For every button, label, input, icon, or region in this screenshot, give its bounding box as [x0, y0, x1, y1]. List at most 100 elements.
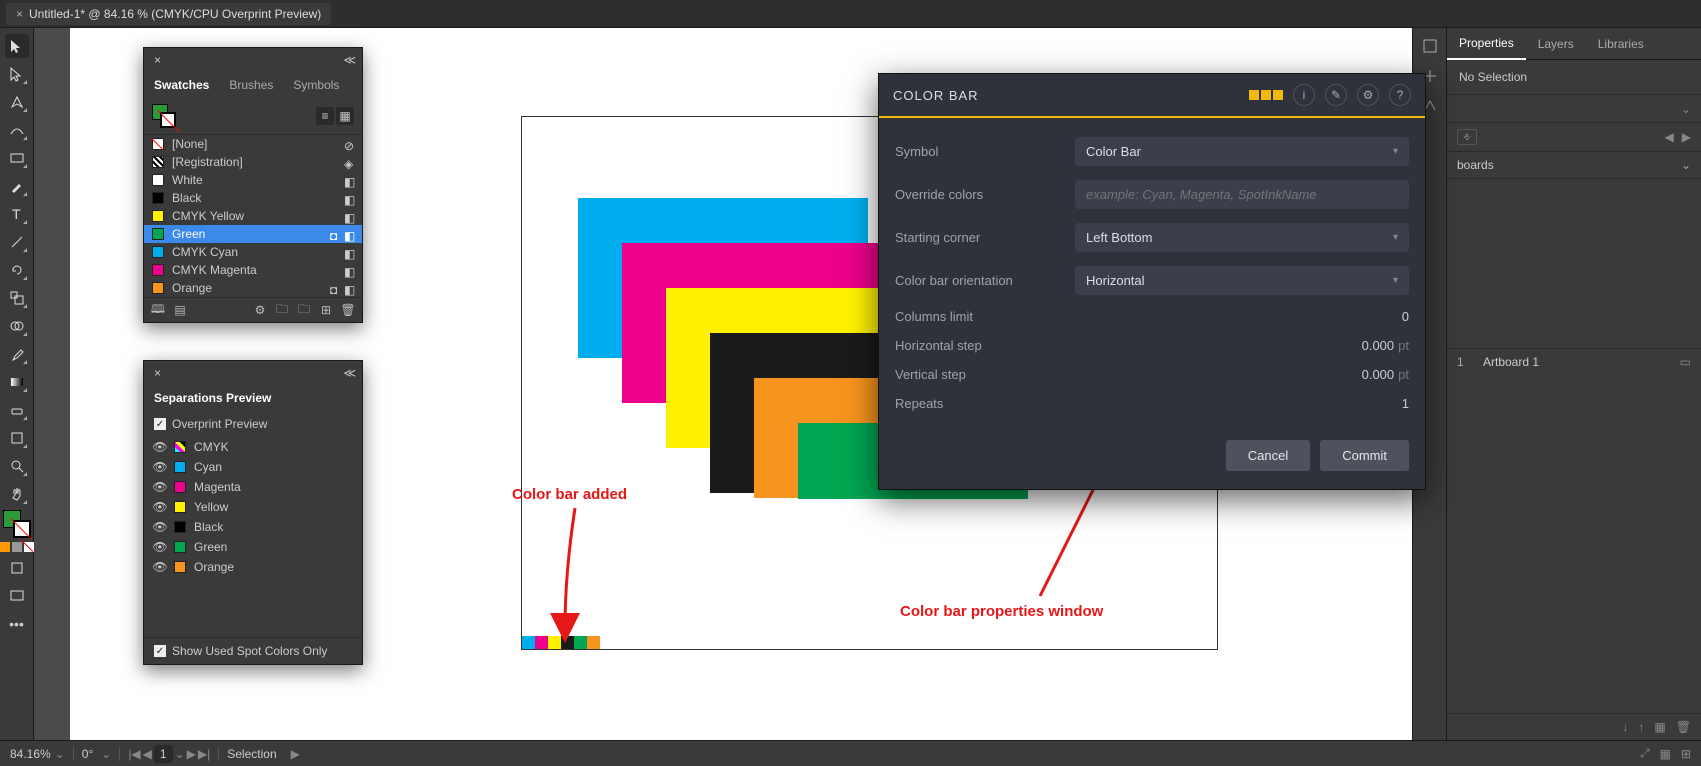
artboard-options-icon[interactable]: ▭ [1680, 355, 1691, 369]
close-icon[interactable]: × [150, 366, 165, 380]
swatch-row-white[interactable]: White◧ [144, 171, 362, 189]
rectangle-tool[interactable] [5, 146, 29, 170]
status-icon-1[interactable]: ⤢ [1640, 746, 1650, 761]
delete-artboard[interactable]: 🗑 [1676, 720, 1691, 734]
eye-icon[interactable]: 👁 [154, 561, 166, 573]
starting-corner-select[interactable]: Left Bottom▾ [1075, 223, 1409, 252]
show-used-checkbox[interactable]: ✓ [154, 645, 166, 657]
status-icon-3[interactable]: ⊞ [1681, 747, 1691, 761]
sep-row-magenta[interactable]: 👁Magenta [144, 477, 362, 497]
swatch-row-none[interactable]: [None]⊘ [144, 135, 362, 153]
sep-row-cyan[interactable]: 👁Cyan [144, 457, 362, 477]
rail-icon-1[interactable] [1418, 34, 1442, 58]
sep-row-orange[interactable]: 👁Orange [144, 557, 362, 577]
reorder-down[interactable]: ↓ [1622, 720, 1628, 734]
curvature-tool[interactable] [5, 118, 29, 142]
cancel-button[interactable]: Cancel [1226, 440, 1310, 471]
columns-value[interactable]: 0 [1075, 309, 1409, 324]
close-icon[interactable]: × [150, 53, 165, 67]
brush-tool[interactable] [5, 174, 29, 198]
nav-next[interactable]: ▶ [187, 747, 196, 761]
none-mode[interactable] [24, 542, 34, 552]
hstep-value[interactable]: 0.000 [1362, 338, 1395, 353]
selection-tool[interactable] [5, 34, 29, 58]
rotate-tool[interactable] [5, 258, 29, 282]
zoom-tool[interactable] [5, 454, 29, 478]
gradient-tool[interactable] [5, 370, 29, 394]
swatch-row-cmyk-magenta[interactable]: CMYK Magenta◧ [144, 261, 362, 279]
pen-tool[interactable] [5, 90, 29, 114]
draw-mode[interactable] [5, 556, 29, 580]
artboard-tool[interactable] [5, 426, 29, 450]
swatch-options-icon[interactable]: ⚙ [252, 302, 268, 318]
mini-btn-1[interactable]: ⎀ [1457, 129, 1477, 145]
tool-icon[interactable]: ✎ [1325, 84, 1347, 106]
eyedropper-tool[interactable] [5, 342, 29, 366]
document-tab[interactable]: × Untitled-1* @ 84.16 % (CMYK/CPU Overpr… [6, 3, 331, 25]
new-group-icon[interactable]: 🗀 [274, 302, 290, 318]
zoom-dropdown[interactable]: ⌄ [55, 747, 65, 761]
fill-stroke-indicator[interactable] [3, 510, 31, 538]
override-colors-input[interactable] [1075, 180, 1409, 209]
nav-last[interactable]: ▶| [198, 747, 210, 761]
sep-row-black[interactable]: 👁Black [144, 517, 362, 537]
swatch-row-cmyk-yellow[interactable]: CMYK Yellow◧ [144, 207, 362, 225]
sep-row-green[interactable]: 👁Green [144, 537, 362, 557]
tab-libraries[interactable]: Libraries [1586, 28, 1656, 59]
help-icon[interactable]: ? [1389, 84, 1411, 106]
eye-icon[interactable]: 👁 [154, 521, 166, 533]
eye-icon[interactable]: 👁 [154, 501, 166, 513]
swatch-row-orange[interactable]: Orange◘◧ [144, 279, 362, 297]
sep-row-yellow[interactable]: 👁Yellow [144, 497, 362, 517]
nav-prev[interactable]: ◀ [143, 747, 152, 761]
reorder-up[interactable]: ↑ [1638, 720, 1644, 734]
close-tab-icon[interactable]: × [16, 7, 23, 21]
artboard-row[interactable]: 1 Artboard 1 ▭ [1447, 349, 1701, 375]
swatch-stroke[interactable] [160, 112, 176, 128]
eye-icon[interactable]: 👁 [154, 541, 166, 553]
rotation-dropdown[interactable]: ⌄ [101, 747, 111, 761]
separations-panel[interactable]: × ≪ Separations Preview ✓ Overprint Prev… [143, 360, 363, 665]
color-bar-plugin-window[interactable]: COLOR BAR i ✎ ⚙ ? Symbol Color Bar▾ Over… [878, 73, 1426, 490]
swatch-kind-icon[interactable]: ▤ [172, 302, 188, 318]
repeats-value[interactable]: 1 [1075, 396, 1409, 411]
list-view-icon[interactable]: ≡ [316, 107, 334, 125]
nav-artboard-num[interactable]: 1 [154, 745, 173, 763]
zoom-value[interactable]: 84.16% [10, 747, 51, 761]
vstep-value[interactable]: 0.000 [1362, 367, 1395, 382]
tab-separations[interactable]: Separations Preview [144, 385, 281, 411]
collapse-icon[interactable]: ≪ [343, 366, 356, 380]
status-icon-2[interactable]: ▦ [1660, 747, 1671, 761]
swatch-row-green[interactable]: Green◘◧ [144, 225, 362, 243]
tab-symbols[interactable]: Symbols [283, 72, 349, 98]
eye-icon[interactable]: 👁 [154, 441, 166, 453]
hand-tool[interactable] [5, 482, 29, 506]
overprint-checkbox[interactable]: ✓ [154, 418, 166, 430]
new-folder-icon[interactable]: 🗀 [296, 302, 312, 318]
nav-first[interactable]: |◀ [128, 747, 140, 761]
commit-button[interactable]: Commit [1320, 440, 1409, 471]
gear-icon[interactable]: ⚙ [1357, 84, 1379, 106]
prev-artboard[interactable]: ◀ [1665, 130, 1674, 144]
eraser-tool[interactable] [5, 398, 29, 422]
tab-properties[interactable]: Properties [1447, 29, 1526, 60]
swatch-row-registration[interactable]: [Registration]◈ [144, 153, 362, 171]
nav-dropdown[interactable]: ⌄ [175, 747, 185, 761]
plugin-header[interactable]: COLOR BAR i ✎ ⚙ ? [879, 74, 1425, 118]
color-mode[interactable] [0, 542, 10, 552]
shapebuilder-tool[interactable] [5, 314, 29, 338]
artboards-header[interactable]: boards ⌄ [1447, 152, 1701, 179]
type-tool[interactable]: T [5, 202, 29, 226]
direct-selection-tool[interactable] [5, 62, 29, 86]
new-swatch-icon[interactable]: ⊞ [318, 302, 334, 318]
edit-toolbar[interactable]: ••• [9, 616, 24, 632]
grid-view-icon[interactable]: ▦ [336, 107, 354, 125]
tab-brushes[interactable]: Brushes [219, 72, 283, 98]
collapse-icon[interactable]: ≪ [343, 53, 356, 67]
eye-icon[interactable]: 👁 [154, 481, 166, 493]
swatch-row-black[interactable]: Black◧ [144, 189, 362, 207]
stroke-color[interactable] [13, 520, 31, 538]
info-icon[interactable]: i [1293, 84, 1315, 106]
rotation-value[interactable]: 0° [82, 747, 93, 761]
new-artboard[interactable]: ▦ [1654, 720, 1665, 734]
